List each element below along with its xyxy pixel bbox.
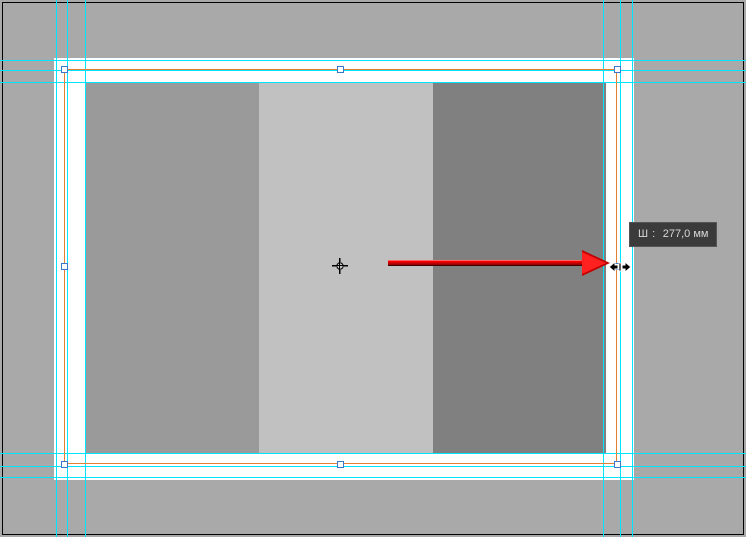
guide-horizontal[interactable] — [0, 453, 746, 454]
guide-horizontal[interactable] — [0, 60, 746, 61]
selection-handle-n[interactable] — [337, 66, 344, 73]
tooltip-value: 277,0 мм — [663, 228, 709, 240]
selection-handle-sw[interactable] — [61, 461, 68, 468]
guide-horizontal[interactable] — [0, 70, 746, 71]
guide-vertical[interactable] — [56, 0, 57, 537]
annotation-arrow-shaft — [388, 260, 586, 266]
column-left[interactable] — [85, 82, 259, 453]
guide-vertical[interactable] — [632, 0, 633, 537]
column-middle[interactable] — [259, 82, 433, 453]
column-right[interactable] — [433, 82, 606, 453]
dimension-tooltip: Ш : 277,0 мм — [629, 222, 717, 247]
guide-horizontal[interactable] — [0, 466, 746, 467]
tooltip-label: Ш : — [638, 228, 656, 240]
guide-vertical[interactable] — [85, 0, 86, 537]
selection-handle-s[interactable] — [337, 461, 344, 468]
annotation-arrow-head-icon — [582, 250, 610, 276]
selection-handle-e[interactable] — [614, 263, 621, 270]
selection-handle-nw[interactable] — [61, 66, 68, 73]
guide-horizontal[interactable] — [0, 82, 746, 83]
selection-handle-ne[interactable] — [614, 66, 621, 73]
guide-horizontal[interactable] — [0, 477, 746, 478]
selection-handle-w[interactable] — [61, 263, 68, 270]
selection-handle-se[interactable] — [614, 461, 621, 468]
